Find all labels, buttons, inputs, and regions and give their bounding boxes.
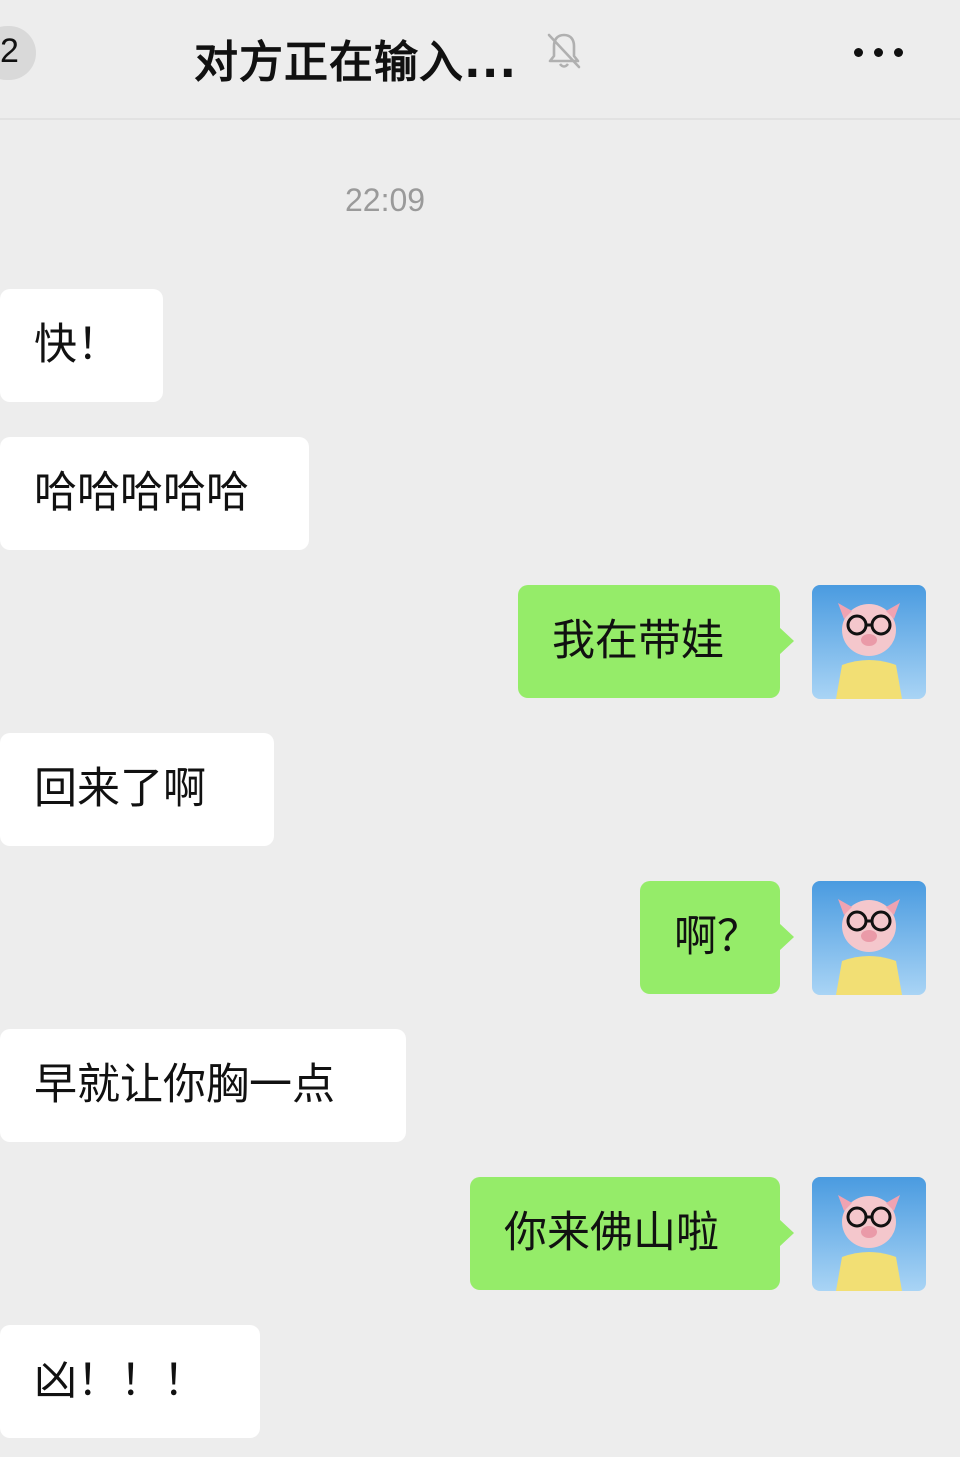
avatar[interactable] — [812, 585, 926, 699]
message-bubble-incoming[interactable]: 早就让你胸一点 — [0, 1029, 406, 1142]
message-bubble-incoming[interactable]: 凶！！！ — [0, 1325, 260, 1438]
pig-avatar-image — [812, 1177, 926, 1291]
pig-avatar-image — [812, 585, 926, 699]
message-bubble-outgoing[interactable]: 你来佛山啦 — [470, 1177, 794, 1290]
message-bubble-incoming[interactable]: 哈哈哈哈哈 — [0, 437, 309, 550]
unread-count-badge[interactable]: 2 — [0, 32, 19, 71]
avatar[interactable] — [812, 1177, 926, 1291]
more-dot — [894, 48, 903, 57]
message-bubble-outgoing[interactable]: 我在带娃 — [518, 585, 794, 698]
avatar[interactable] — [812, 881, 926, 995]
message-timestamp: 22:09 — [345, 182, 426, 218]
message-bubble-incoming[interactable]: 快！ — [0, 289, 163, 402]
more-dot — [874, 48, 883, 57]
pig-avatar-image — [812, 881, 926, 995]
bell-off-icon — [547, 33, 581, 69]
more-button[interactable] — [850, 38, 908, 68]
more-dots-icon — [854, 48, 863, 57]
message-bubble-outgoing[interactable]: 啊？ — [640, 881, 794, 994]
chat-header: 2 对方正在输入... — [0, 0, 960, 120]
chat-title: 对方正在输入... — [194, 37, 518, 88]
message-bubble-incoming[interactable]: 回来了啊 — [0, 733, 274, 846]
